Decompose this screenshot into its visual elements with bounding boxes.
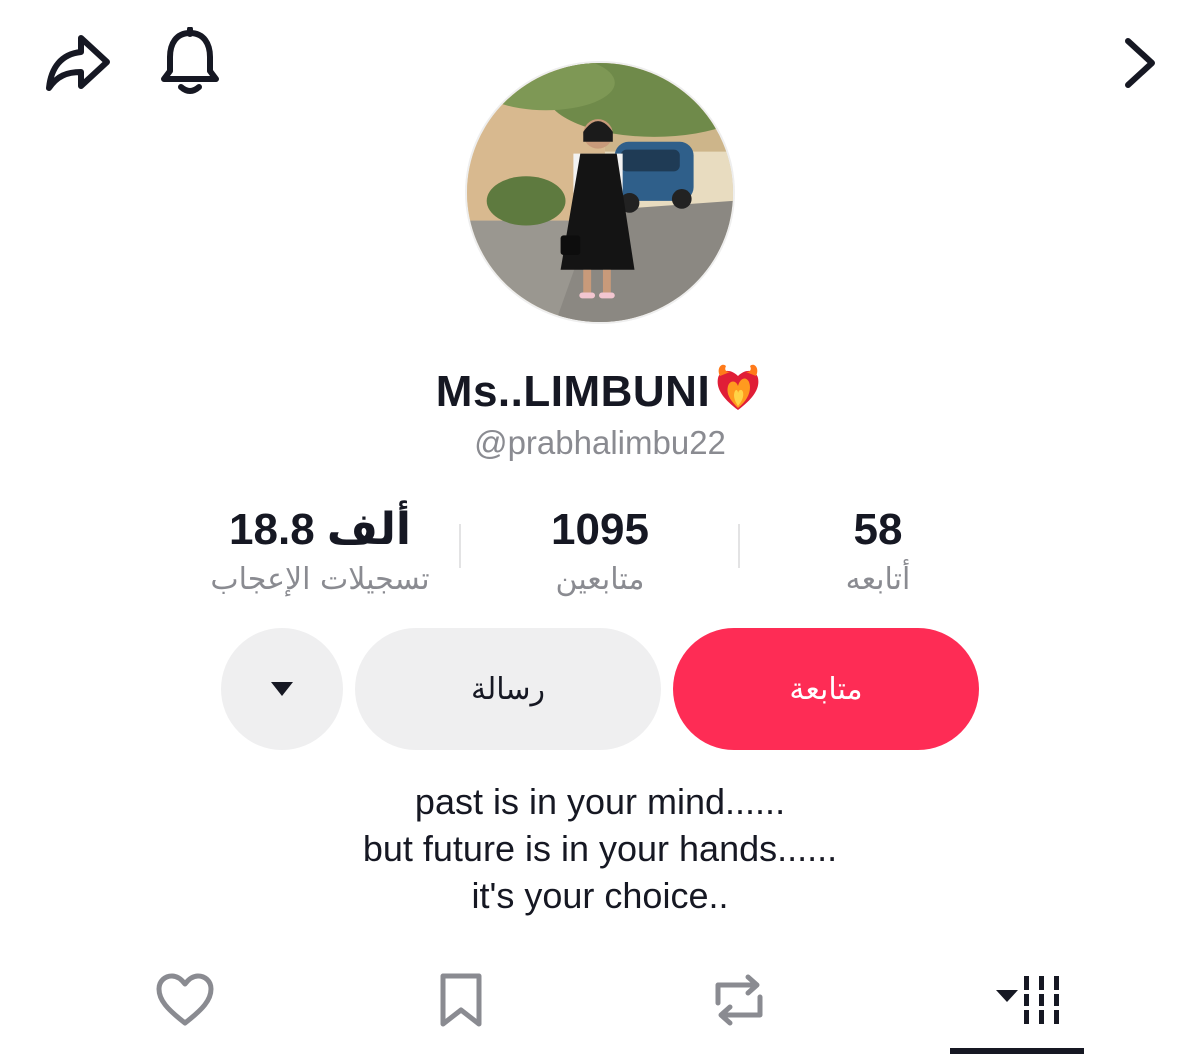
profile-avatar[interactable] [465, 61, 735, 324]
bio-line: but future is in your hands...... [362, 828, 838, 869]
share-arrow-icon [46, 35, 110, 91]
bio-line: past is in your mind...... [414, 781, 786, 822]
notification-bell-button[interactable] [154, 24, 226, 100]
tab-reposts[interactable] [694, 965, 784, 1035]
likes-label: تسجيلات الإعجاب [210, 562, 430, 597]
followers-label: متابعين [555, 562, 645, 597]
message-button[interactable]: رسالة [355, 628, 661, 750]
avatar-photo [467, 63, 733, 322]
followers-count: 1095 [551, 505, 649, 554]
bio-line: it's your choice.. [471, 875, 729, 916]
chevron-right-icon [1125, 38, 1155, 88]
active-tab-indicator [950, 1048, 1084, 1054]
video-grid-icon [996, 976, 1059, 1024]
heart-icon [156, 973, 214, 1026]
display-name: Ms..LIMBUNI [435, 367, 711, 416]
tab-liked[interactable] [140, 965, 230, 1035]
follow-button[interactable]: متابعة [673, 628, 979, 750]
share-button[interactable] [40, 28, 116, 98]
following-label: أتابعه [845, 562, 911, 597]
display-name-row: Ms..LIMBUNI [0, 360, 1200, 423]
likes-count: 18.8 ألف [229, 505, 411, 554]
next-profile-button[interactable] [1110, 28, 1170, 98]
caret-down-icon [271, 682, 293, 696]
username: @prabhalimbu22 [474, 424, 726, 461]
bookmark-icon [440, 973, 482, 1027]
stat-likes: 18.8 ألف تسجيلات الإعجاب [170, 502, 470, 602]
stat-following[interactable]: 58 أتابعه [728, 502, 1028, 602]
stat-followers[interactable]: 1095 متابعين [450, 502, 750, 602]
suggested-accounts-dropdown-button[interactable] [221, 628, 343, 750]
heart-on-fire-emoji [712, 360, 764, 423]
following-count: 58 [853, 505, 903, 554]
tab-saved[interactable] [416, 965, 506, 1035]
bio: past is in your mind...... but future is… [0, 778, 1200, 919]
bell-icon [161, 27, 219, 94]
tab-videos[interactable] [950, 965, 1084, 1035]
repost-icon [715, 974, 763, 1026]
